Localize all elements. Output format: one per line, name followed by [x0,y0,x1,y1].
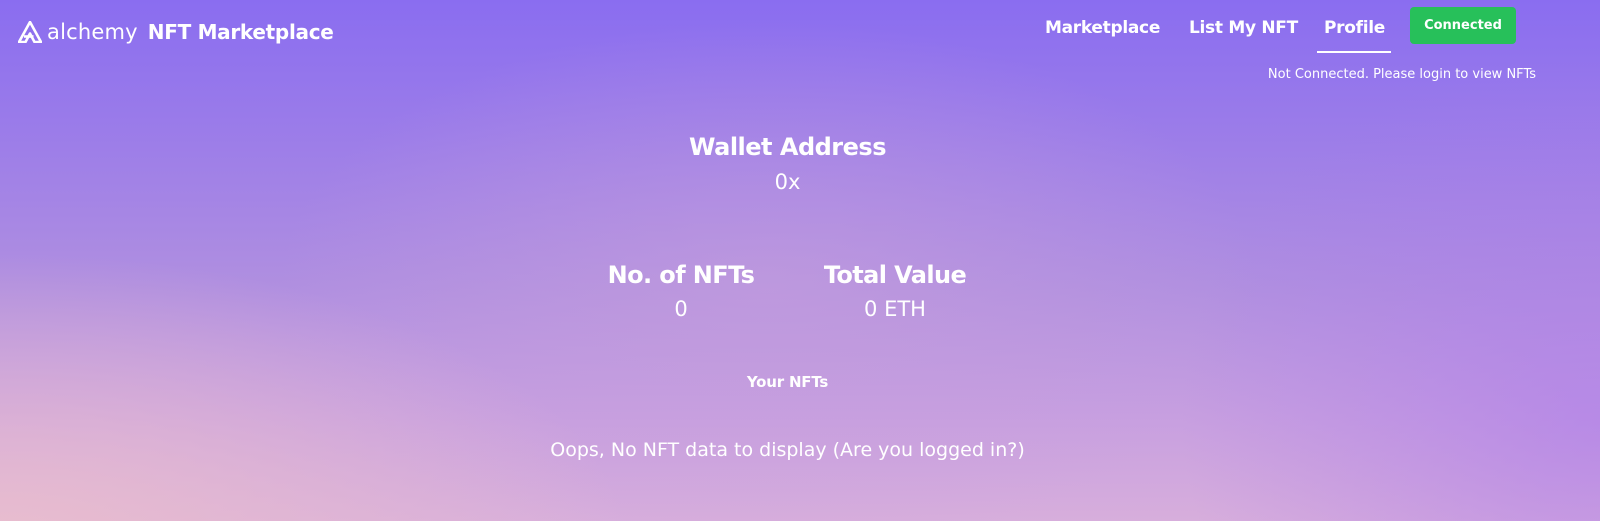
alchemy-logo-icon [18,21,42,43]
nav-item-marketplace[interactable]: Marketplace [1045,18,1160,38]
nft-count-stat: No. of NFTs 0 [601,261,761,321]
brand-title: NFT Marketplace [147,20,334,44]
nft-count-value: 0 [674,297,688,321]
total-value-heading: Total Value [823,261,967,289]
brand-name: alchemy [47,20,138,44]
total-value-stat: Total Value 0 ETH [815,261,975,321]
wallet-address-heading: Wallet Address [689,133,887,161]
active-nav-underline [1317,51,1391,53]
brand[interactable]: alchemy NFT Marketplace [18,15,334,49]
nav-item-list-my-nft[interactable]: List My NFT [1189,18,1298,38]
empty-nft-message: Oops, No NFT data to display (Are you lo… [550,439,1025,461]
wallet-address-value: 0x [774,170,801,194]
connect-wallet-button[interactable]: Connected [1410,7,1516,44]
nft-count-heading: No. of NFTs [607,261,755,289]
total-value-amount: 0 ETH [864,297,926,321]
your-nfts-heading: Your NFTs [746,373,829,391]
connection-status-text: Not Connected. Please login to view NFTs [1267,67,1536,82]
nav-item-profile[interactable]: Profile [1324,18,1385,38]
